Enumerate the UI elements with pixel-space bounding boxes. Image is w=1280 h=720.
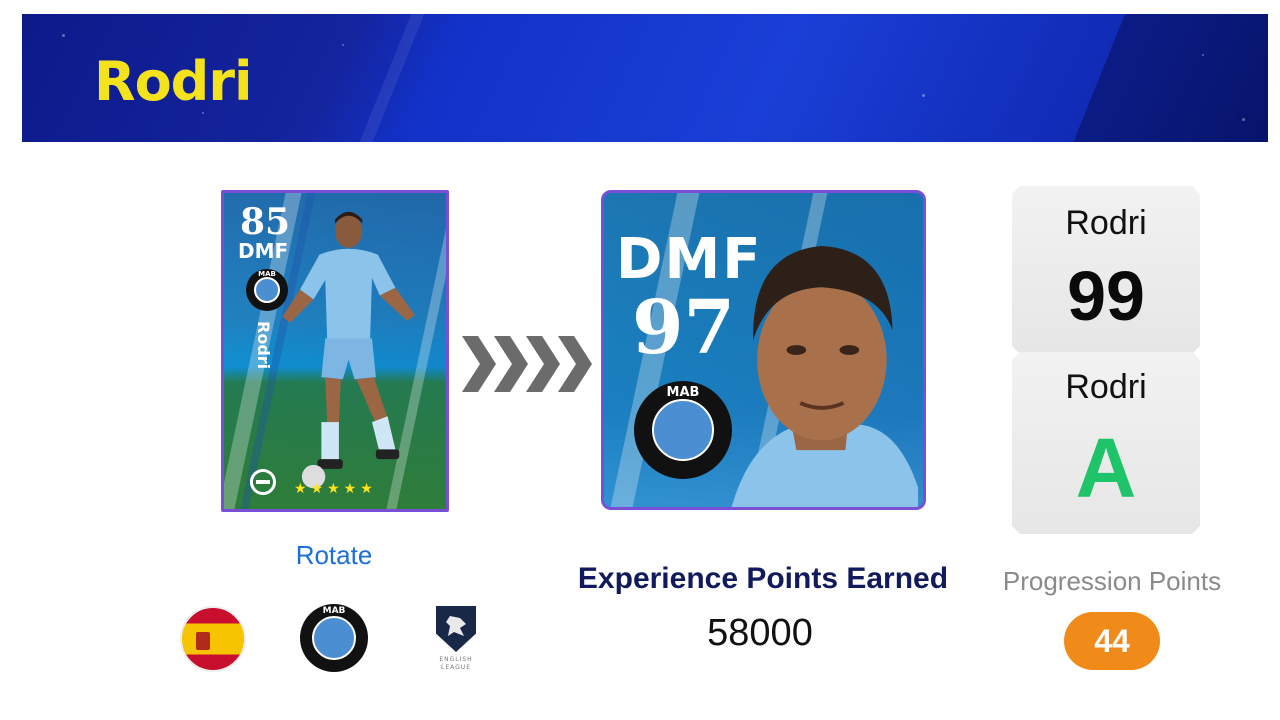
progression-points-label: Progression Points <box>1002 566 1222 596</box>
upgraded-rating: 97 <box>632 285 735 371</box>
player-name-title: Rodri <box>94 50 252 113</box>
current-player-card[interactable]: 85 DMF MAB Rodri ★★★★★ <box>221 190 449 512</box>
grade-box: Rodri A <box>1012 352 1200 534</box>
star-rating: ★★★★★ <box>294 481 377 497</box>
current-rating: 85 <box>240 201 291 243</box>
overall-rating-box: Rodri 99 <box>1012 186 1200 354</box>
chevrons-right-icon <box>462 336 592 392</box>
experience-points-label: Experience Points Earned <box>577 562 949 595</box>
experience-points-value: 58000 <box>707 612 813 654</box>
rotate-button[interactable]: Rotate <box>240 540 428 571</box>
grade-value: A <box>1075 421 1137 515</box>
club-badge-icon: MAB <box>300 604 368 672</box>
upgraded-position: DMF <box>616 227 763 292</box>
stat-player-name: Rodri <box>1065 368 1147 406</box>
league-crest-icon: ENGLISH LEAGUE <box>432 604 480 676</box>
spain-flag-icon <box>180 606 246 672</box>
progression-points-value: 44 <box>1064 612 1160 670</box>
header-banner: Rodri <box>22 14 1268 142</box>
upgraded-player-card[interactable]: DMF 97 MAB <box>601 190 926 510</box>
current-position: DMF <box>238 239 289 263</box>
efootball-logo-icon <box>250 469 276 495</box>
overall-rating-value: 99 <box>1067 257 1145 335</box>
current-player-name: Rodri <box>254 321 273 370</box>
stat-player-name: Rodri <box>1065 204 1147 242</box>
club-badge-icon: MAB <box>634 381 732 479</box>
club-badge-icon: MAB <box>246 269 288 311</box>
